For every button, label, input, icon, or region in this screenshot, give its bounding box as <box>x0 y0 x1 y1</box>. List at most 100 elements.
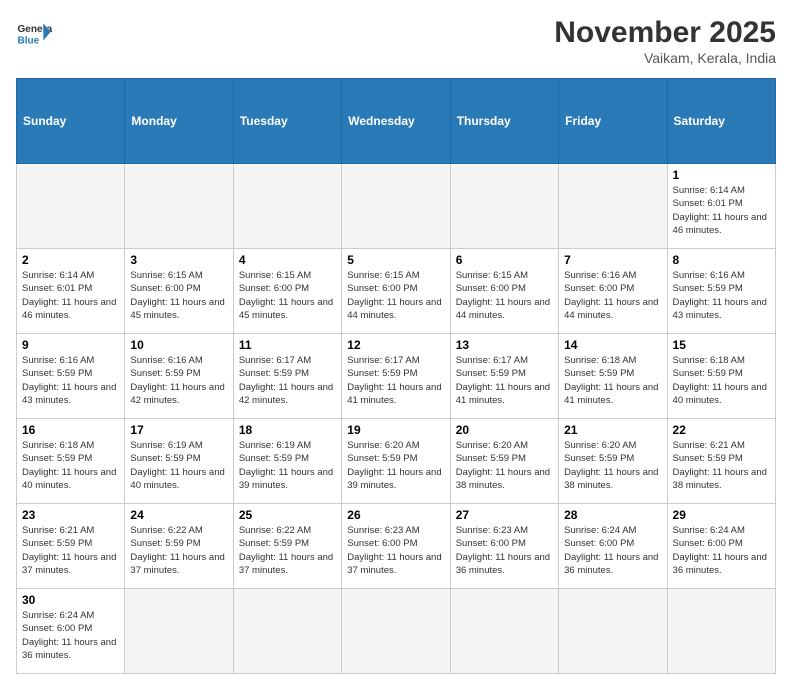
day-number: 14 <box>564 338 661 352</box>
calendar-week-4: 23 Sunrise: 6:21 AMSunset: 5:59 PMDayligh… <box>17 504 776 589</box>
day-number: 11 <box>239 338 336 352</box>
day-info: Sunrise: 6:22 AMSunset: 5:59 PMDaylight:… <box>239 524 336 577</box>
day-number: 12 <box>347 338 444 352</box>
calendar-cell <box>342 164 450 249</box>
day-info: Sunrise: 6:15 AMSunset: 6:00 PMDaylight:… <box>347 269 444 322</box>
calendar-cell: 9 Sunrise: 6:16 AMSunset: 5:59 PMDaylight… <box>17 334 125 419</box>
calendar-cell <box>17 164 125 249</box>
day-header-tuesday: Tuesday <box>233 79 341 164</box>
day-info: Sunrise: 6:16 AMSunset: 5:59 PMDaylight:… <box>673 269 770 322</box>
calendar-cell: 2 Sunrise: 6:14 AMSunset: 6:01 PMDaylight… <box>17 249 125 334</box>
logo-icon: General Blue <box>16 16 52 52</box>
calendar-cell: 21Sunrise: 6:20 AMSunset: 5:59 PMDayligh… <box>559 419 667 504</box>
calendar-week-2: 9 Sunrise: 6:16 AMSunset: 5:59 PMDaylight… <box>17 334 776 419</box>
calendar-cell: 15 Sunrise: 6:18 AMSunset: 5:59 PMDayligh… <box>667 334 775 419</box>
day-info: Sunrise: 6:16 AMSunset: 5:59 PMDaylight:… <box>130 354 227 407</box>
calendar-week-5: 30Sunrise: 6:24 AMSunset: 6:00 PMDayligh… <box>17 589 776 674</box>
calendar-cell: 16Sunrise: 6:18 AMSunset: 5:59 PMDayligh… <box>17 419 125 504</box>
page-header: General Blue November 2025 Vaikam, Keral… <box>16 16 776 66</box>
day-info: Sunrise: 6:16 AMSunset: 5:59 PMDaylight:… <box>22 354 119 407</box>
day-info: Sunrise: 6:15 AMSunset: 6:00 PMDaylight:… <box>239 269 336 322</box>
calendar-cell <box>125 164 233 249</box>
calendar-cell: 27Sunrise: 6:23 AMSunset: 6:00 PMDayligh… <box>450 504 558 589</box>
calendar-cell: 5Sunrise: 6:15 AMSunset: 6:00 PMDaylight… <box>342 249 450 334</box>
day-info: Sunrise: 6:14 AMSunset: 6:01 PMDaylight:… <box>673 184 770 237</box>
day-info: Sunrise: 6:14 AMSunset: 6:01 PMDaylight:… <box>22 269 119 322</box>
calendar-week-3: 16Sunrise: 6:18 AMSunset: 5:59 PMDayligh… <box>17 419 776 504</box>
calendar-cell: 30Sunrise: 6:24 AMSunset: 6:00 PMDayligh… <box>17 589 125 674</box>
day-number: 6 <box>456 253 553 267</box>
calendar-cell: 13 Sunrise: 6:17 AMSunset: 5:59 PMDayligh… <box>450 334 558 419</box>
calendar-body: 1 Sunrise: 6:14 AMSunset: 6:01 PMDaylight… <box>17 164 776 674</box>
day-number: 28 <box>564 508 661 522</box>
day-header-monday: Monday <box>125 79 233 164</box>
day-info: Sunrise: 6:15 AMSunset: 6:00 PMDaylight:… <box>130 269 227 322</box>
day-info: Sunrise: 6:18 AMSunset: 5:59 PMDaylight:… <box>564 354 661 407</box>
day-number: 22 <box>673 423 770 437</box>
day-number: 13 <box>456 338 553 352</box>
day-info: Sunrise: 6:21 AMSunset: 5:59 PMDaylight:… <box>673 439 770 492</box>
day-number: 20 <box>456 423 553 437</box>
day-number: 18 <box>239 423 336 437</box>
day-info: Sunrise: 6:15 AMSunset: 6:00 PMDaylight:… <box>456 269 553 322</box>
calendar-cell: 26 Sunrise: 6:23 AMSunset: 6:00 PMDayligh… <box>342 504 450 589</box>
calendar-cell: 3 Sunrise: 6:15 AMSunset: 6:00 PMDaylight… <box>125 249 233 334</box>
day-info: Sunrise: 6:20 AMSunset: 5:59 PMDaylight:… <box>347 439 444 492</box>
calendar-cell: 28 Sunrise: 6:24 AMSunset: 6:00 PMDayligh… <box>559 504 667 589</box>
calendar-cell: 23 Sunrise: 6:21 AMSunset: 5:59 PMDayligh… <box>17 504 125 589</box>
day-number: 2 <box>22 253 119 267</box>
day-number: 26 <box>347 508 444 522</box>
day-number: 29 <box>673 508 770 522</box>
calendar-cell: 4 Sunrise: 6:15 AMSunset: 6:00 PMDaylight… <box>233 249 341 334</box>
day-info: Sunrise: 6:21 AMSunset: 5:59 PMDaylight:… <box>22 524 119 577</box>
day-number: 1 <box>673 168 770 182</box>
calendar-cell: 25 Sunrise: 6:22 AMSunset: 5:59 PMDayligh… <box>233 504 341 589</box>
calendar-cell <box>450 164 558 249</box>
calendar-cell: 10 Sunrise: 6:16 AMSunset: 5:59 PMDayligh… <box>125 334 233 419</box>
calendar-week-1: 2 Sunrise: 6:14 AMSunset: 6:01 PMDaylight… <box>17 249 776 334</box>
calendar-cell <box>559 164 667 249</box>
day-number: 21 <box>564 423 661 437</box>
calendar-table: SundayMondayTuesdayWednesdayThursdayFrid… <box>16 78 776 674</box>
calendar-cell <box>342 589 450 674</box>
day-info: Sunrise: 6:20 AMSunset: 5:59 PMDaylight:… <box>456 439 553 492</box>
day-info: Sunrise: 6:17 AMSunset: 5:59 PMDaylight:… <box>456 354 553 407</box>
day-info: Sunrise: 6:19 AMSunset: 5:59 PMDaylight:… <box>239 439 336 492</box>
calendar-cell: 6 Sunrise: 6:15 AMSunset: 6:00 PMDaylight… <box>450 249 558 334</box>
day-number: 25 <box>239 508 336 522</box>
day-number: 9 <box>22 338 119 352</box>
day-info: Sunrise: 6:24 AMSunset: 6:00 PMDaylight:… <box>564 524 661 577</box>
day-number: 4 <box>239 253 336 267</box>
calendar-cell: 12 Sunrise: 6:17 AMSunset: 5:59 PMDayligh… <box>342 334 450 419</box>
calendar-cell <box>125 589 233 674</box>
day-info: Sunrise: 6:22 AMSunset: 5:59 PMDaylight:… <box>130 524 227 577</box>
calendar-cell: 24 Sunrise: 6:22 AMSunset: 5:59 PMDayligh… <box>125 504 233 589</box>
day-number: 19 <box>347 423 444 437</box>
calendar-cell: 7Sunrise: 6:16 AMSunset: 6:00 PMDaylight… <box>559 249 667 334</box>
day-number: 8 <box>673 253 770 267</box>
calendar-cell: 1 Sunrise: 6:14 AMSunset: 6:01 PMDaylight… <box>667 164 775 249</box>
day-info: Sunrise: 6:18 AMSunset: 5:59 PMDaylight:… <box>673 354 770 407</box>
day-header-friday: Friday <box>559 79 667 164</box>
calendar-cell: 29Sunrise: 6:24 AMSunset: 6:00 PMDayligh… <box>667 504 775 589</box>
calendar-cell: 20 Sunrise: 6:20 AMSunset: 5:59 PMDayligh… <box>450 419 558 504</box>
day-info: Sunrise: 6:18 AMSunset: 5:59 PMDaylight:… <box>22 439 119 492</box>
day-number: 3 <box>130 253 227 267</box>
day-number: 23 <box>22 508 119 522</box>
day-number: 15 <box>673 338 770 352</box>
day-header-sunday: Sunday <box>17 79 125 164</box>
logo: General Blue <box>16 16 52 52</box>
day-number: 17 <box>130 423 227 437</box>
calendar-cell: 19 Sunrise: 6:20 AMSunset: 5:59 PMDayligh… <box>342 419 450 504</box>
calendar-cell: 8 Sunrise: 6:16 AMSunset: 5:59 PMDaylight… <box>667 249 775 334</box>
day-info: Sunrise: 6:17 AMSunset: 5:59 PMDaylight:… <box>347 354 444 407</box>
day-number: 7 <box>564 253 661 267</box>
day-info: Sunrise: 6:23 AMSunset: 6:00 PMDaylight:… <box>456 524 553 577</box>
calendar-cell <box>667 589 775 674</box>
day-number: 24 <box>130 508 227 522</box>
day-info: Sunrise: 6:23 AMSunset: 6:00 PMDaylight:… <box>347 524 444 577</box>
calendar-cell <box>233 589 341 674</box>
day-number: 10 <box>130 338 227 352</box>
day-info: Sunrise: 6:17 AMSunset: 5:59 PMDaylight:… <box>239 354 336 407</box>
svg-text:Blue: Blue <box>17 35 39 46</box>
